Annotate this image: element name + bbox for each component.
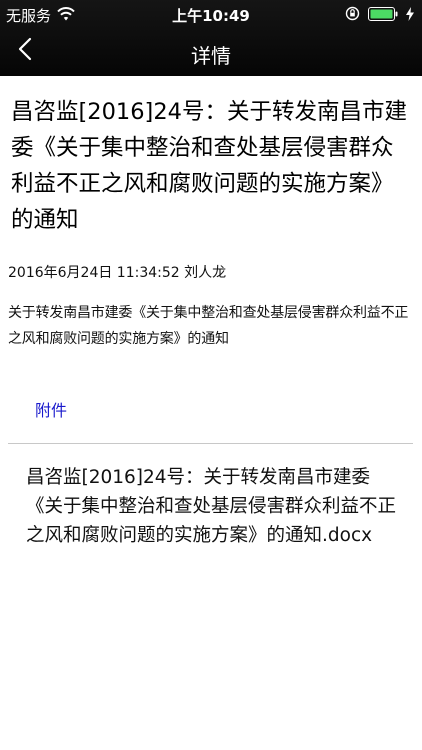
status-bar: 无服务 上午10:49	[0, 0, 422, 28]
attachment-file-link[interactable]: 昌咨监[2016]24号：关于转发南昌市建委《关于集中整治和查处基层侵害群众利益…	[26, 463, 396, 550]
article-meta: 2016年6月24日 11:34:52 刘人龙	[8, 265, 227, 281]
top-bar: 无服务 上午10:49 详情	[0, 0, 422, 76]
attachments-label: 附件	[35, 401, 68, 420]
nav-bar: 详情	[0, 28, 422, 76]
orientation-lock-icon	[345, 6, 360, 25]
battery-icon	[368, 6, 398, 25]
charging-icon	[406, 6, 414, 25]
status-right	[345, 6, 414, 25]
article-summary: 关于转发南昌市建委《关于集中整治和查处基层侵害群众利益不正之风和腐败问题的实施方…	[8, 305, 409, 347]
page-title: 详情	[191, 44, 231, 68]
article-title: 昌咨监[2016]24号：关于转发南昌市建委《关于集中整治和查处基层侵害群众利益…	[11, 99, 407, 233]
divider	[8, 443, 413, 444]
